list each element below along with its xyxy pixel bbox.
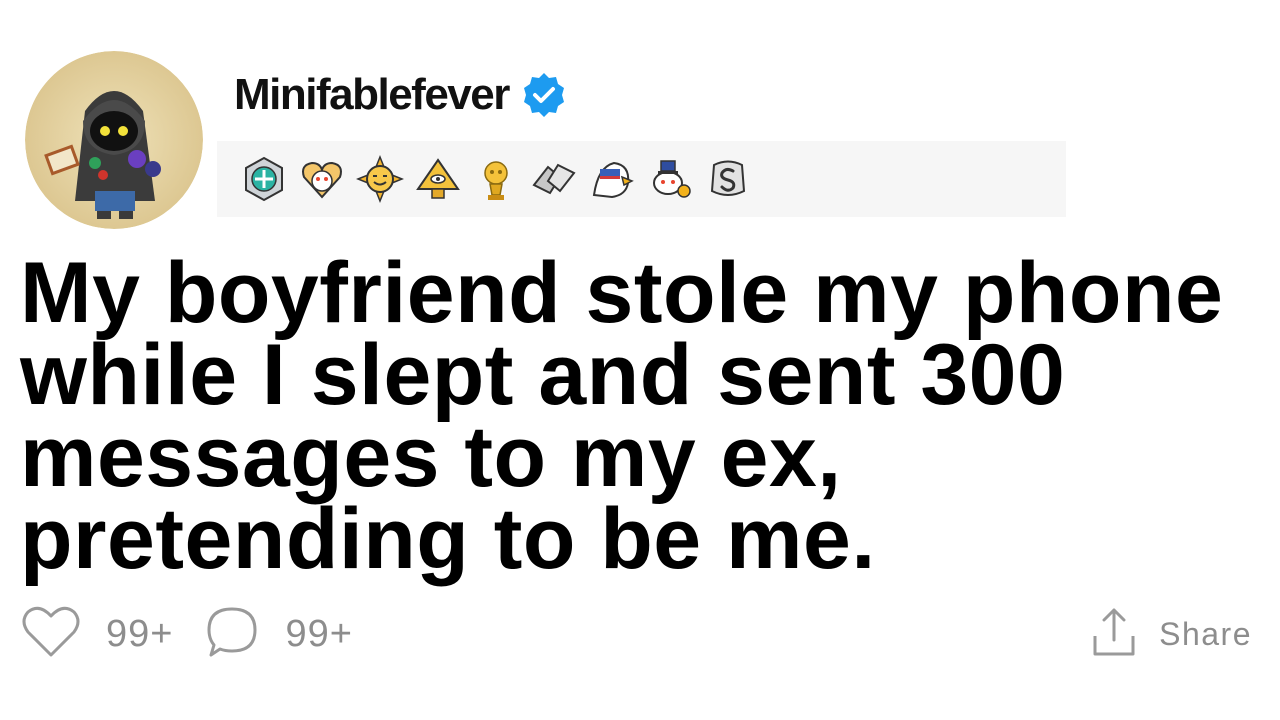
pyramid-award-icon[interactable] [411, 152, 465, 206]
likes-count: 99+ [106, 612, 174, 655]
avatar[interactable] [25, 51, 203, 229]
post-actions: 99+ 99+ [20, 604, 383, 664]
share-button[interactable]: Share [1091, 604, 1252, 664]
post-title[interactable]: My boyfriend stole my phone while I slep… [20, 250, 1260, 582]
awards-bar [217, 141, 1066, 217]
silver-award-icon[interactable] [701, 152, 755, 206]
comment-bubble-icon[interactable] [203, 603, 261, 666]
share-label: Share [1159, 615, 1252, 652]
share-icon [1091, 606, 1137, 663]
comments-count: 99+ [285, 612, 353, 655]
helpful-award-icon[interactable] [237, 152, 291, 206]
wholesome-award-icon[interactable] [295, 152, 349, 206]
username[interactable]: Minifablefever [234, 70, 510, 120]
gold-award-icon[interactable] [469, 152, 523, 206]
author-row: Minifablefever [234, 68, 569, 122]
eagle-award-icon[interactable] [585, 152, 639, 206]
heart-icon[interactable] [20, 603, 82, 666]
handshake-award-icon[interactable] [527, 152, 581, 206]
verified-badge-icon [519, 70, 569, 120]
post-card: Minifablefever My boyfriend stole my pho… [0, 0, 1280, 720]
sun-award-icon[interactable] [353, 152, 407, 206]
snoo-award-icon[interactable] [643, 152, 697, 206]
